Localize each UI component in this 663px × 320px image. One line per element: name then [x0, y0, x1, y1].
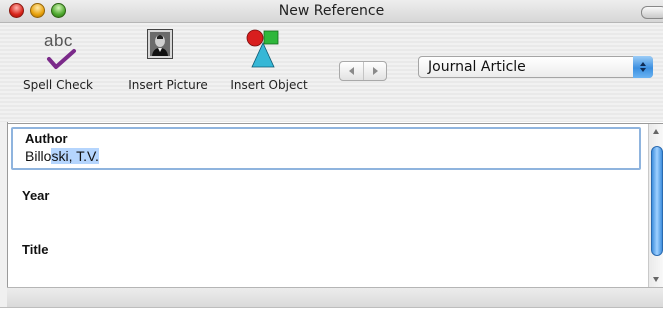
author-field[interactable]: Author Billoski, T.V.: [11, 127, 641, 170]
reference-window: New Reference abc Spell Check Insert Pic…: [0, 0, 663, 320]
reference-type-value: Journal Article: [428, 59, 526, 75]
author-label: Author: [25, 131, 68, 146]
scroll-down-arrow-icon[interactable]: [653, 277, 659, 282]
title-label: Title: [22, 242, 49, 257]
triangle-right-icon: [373, 67, 378, 75]
window-bottom-edge: [0, 307, 663, 320]
updown-arrows-icon: [633, 56, 653, 78]
previous-reference-button[interactable]: [340, 62, 364, 80]
reference-type-select[interactable]: Journal Article: [418, 56, 653, 78]
toolbar-toggle-button[interactable]: [641, 6, 663, 19]
spell-check-label: Spell Check: [22, 78, 93, 92]
insert-picture-button[interactable]: Insert Picture: [115, 23, 221, 98]
reference-fields-pane: Author Billoski, T.V. Year Title: [7, 123, 663, 287]
year-label: Year: [22, 188, 50, 203]
shapes-icon: [246, 29, 280, 69]
insert-picture-label: Insert Picture: [128, 78, 208, 92]
portrait-icon: [147, 29, 173, 59]
author-value[interactable]: Billoski, T.V.: [25, 148, 99, 164]
insert-object-label: Insert Object: [230, 78, 308, 92]
year-field[interactable]: [8, 204, 648, 234]
selected-text: ski, T.V.: [51, 148, 99, 164]
spell-check-icon: abc: [44, 31, 84, 71]
title-bar[interactable]: New Reference: [0, 0, 663, 23]
vertical-scrollbar[interactable]: [648, 124, 663, 287]
spell-check-button[interactable]: abc Spell Check: [6, 23, 110, 98]
window-title: New Reference: [278, 3, 385, 19]
toolbar: abc Spell Check Insert Picture Insert Ob…: [0, 23, 663, 122]
scroll-thumb[interactable]: [651, 146, 663, 256]
status-bar: [7, 287, 663, 308]
next-reference-button[interactable]: [364, 62, 387, 80]
title-field[interactable]: [8, 258, 648, 284]
insert-object-button[interactable]: Insert Object: [223, 23, 315, 98]
scroll-up-arrow-icon[interactable]: [653, 129, 659, 134]
record-nav-control: [339, 61, 387, 81]
triangle-left-icon: [349, 67, 354, 75]
